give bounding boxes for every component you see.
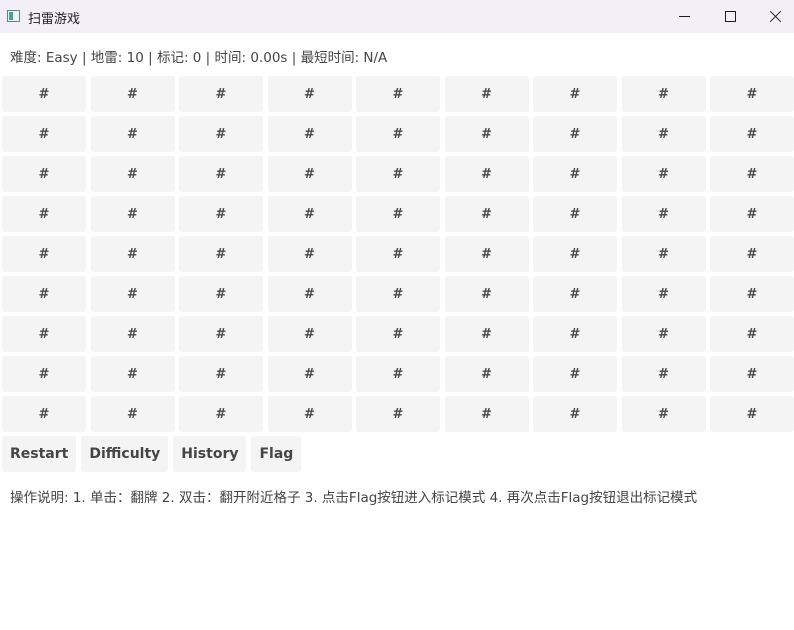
- board-cell[interactable]: #: [533, 76, 617, 112]
- board-cell[interactable]: #: [621, 76, 706, 112]
- difficulty-button[interactable]: Difficulty: [81, 436, 169, 472]
- board-cell[interactable]: #: [444, 76, 529, 112]
- board-cell[interactable]: #: [621, 276, 706, 312]
- board-cell[interactable]: #: [179, 116, 263, 152]
- minimize-button[interactable]: [661, 0, 707, 33]
- board-cell[interactable]: #: [356, 76, 440, 112]
- board-cell[interactable]: #: [710, 396, 794, 432]
- board-cell[interactable]: #: [90, 276, 175, 312]
- board-cell[interactable]: #: [621, 156, 706, 192]
- board-cell[interactable]: #: [533, 116, 617, 152]
- board-cell[interactable]: #: [267, 196, 352, 232]
- board-cell[interactable]: #: [710, 76, 794, 112]
- board-cell[interactable]: #: [621, 236, 706, 272]
- board-cell[interactable]: #: [356, 116, 440, 152]
- board-cell[interactable]: #: [710, 116, 794, 152]
- board-cell[interactable]: #: [444, 196, 529, 232]
- board-cell[interactable]: #: [356, 276, 440, 312]
- board-cell[interactable]: #: [621, 356, 706, 392]
- board-cell[interactable]: #: [533, 156, 617, 192]
- board-cell[interactable]: #: [356, 236, 440, 272]
- board-cell[interactable]: #: [267, 316, 352, 352]
- flag-button[interactable]: Flag: [251, 436, 302, 472]
- board-cell[interactable]: #: [2, 276, 86, 312]
- board-cell[interactable]: #: [710, 236, 794, 272]
- board-cell[interactable]: #: [444, 116, 529, 152]
- board-cell[interactable]: #: [267, 276, 352, 312]
- board-cell[interactable]: #: [621, 196, 706, 232]
- board-cell[interactable]: #: [444, 316, 529, 352]
- board-cell[interactable]: #: [267, 156, 352, 192]
- board-cell[interactable]: #: [90, 356, 175, 392]
- board-cell[interactable]: #: [356, 196, 440, 232]
- board-cell[interactable]: #: [267, 356, 352, 392]
- board-cell[interactable]: #: [267, 396, 352, 432]
- board-cell[interactable]: #: [621, 316, 706, 352]
- game-status-bar: 难度: Easy | 地雷: 10 | 标记: 0 | 时间: 0.00s | …: [10, 50, 388, 66]
- minimize-icon: [678, 16, 690, 17]
- board-cell[interactable]: #: [2, 236, 86, 272]
- board-cell[interactable]: #: [710, 316, 794, 352]
- board-cell[interactable]: #: [267, 76, 352, 112]
- board-cell[interactable]: #: [2, 116, 86, 152]
- close-button[interactable]: [752, 0, 794, 33]
- maximize-icon: [724, 11, 736, 22]
- board-cell[interactable]: #: [356, 316, 440, 352]
- board-cell[interactable]: #: [356, 356, 440, 392]
- board-cell[interactable]: #: [179, 356, 263, 392]
- board-cell[interactable]: #: [179, 196, 263, 232]
- board-cell[interactable]: #: [356, 156, 440, 192]
- board-cell[interactable]: #: [533, 396, 617, 432]
- close-icon: [769, 10, 782, 23]
- app-window-icon: [7, 10, 20, 22]
- board-cell[interactable]: #: [710, 356, 794, 392]
- board-cell[interactable]: #: [533, 276, 617, 312]
- board-cell[interactable]: #: [621, 116, 706, 152]
- board-cell[interactable]: #: [533, 236, 617, 272]
- board-cell[interactable]: #: [90, 316, 175, 352]
- control-bar: Restart Difficulty History Flag: [2, 436, 302, 472]
- instructions-text: 操作说明: 1. 单击：翻牌 2. 双击：翻开附近格子 3. 点击Flag按钮进…: [10, 490, 698, 506]
- board-cell[interactable]: #: [2, 76, 86, 112]
- board-cell[interactable]: #: [444, 396, 529, 432]
- board-cell[interactable]: #: [533, 196, 617, 232]
- board-cell[interactable]: #: [2, 356, 86, 392]
- board-cell[interactable]: #: [2, 196, 86, 232]
- board-cell[interactable]: #: [90, 236, 175, 272]
- board-cell[interactable]: #: [2, 156, 86, 192]
- minesweeper-board: # # # # # # # # # # # # # # # # # # # # # # # # # # # # # # # # # # # # # # # #…: [2, 76, 794, 432]
- board-cell[interactable]: #: [267, 116, 352, 152]
- board-cell[interactable]: #: [710, 196, 794, 232]
- board-cell[interactable]: #: [710, 156, 794, 192]
- history-button[interactable]: History: [173, 436, 247, 472]
- board-cell[interactable]: #: [2, 396, 86, 432]
- title-bar: 扫雷游戏: [0, 0, 794, 33]
- board-cell[interactable]: #: [267, 236, 352, 272]
- board-cell[interactable]: #: [621, 396, 706, 432]
- board-cell[interactable]: #: [179, 156, 263, 192]
- board-cell[interactable]: #: [90, 396, 175, 432]
- window-title: 扫雷游戏: [28, 12, 81, 27]
- board-cell[interactable]: #: [90, 196, 175, 232]
- board-cell[interactable]: #: [356, 396, 440, 432]
- board-cell[interactable]: #: [533, 356, 617, 392]
- maximize-button[interactable]: [707, 0, 753, 33]
- board-cell[interactable]: #: [444, 356, 529, 392]
- board-cell[interactable]: #: [710, 276, 794, 312]
- restart-button[interactable]: Restart: [2, 436, 77, 472]
- board-cell[interactable]: #: [2, 316, 86, 352]
- board-cell[interactable]: #: [90, 156, 175, 192]
- board-cell[interactable]: #: [444, 236, 529, 272]
- board-cell[interactable]: #: [444, 156, 529, 192]
- board-cell[interactable]: #: [179, 236, 263, 272]
- board-cell[interactable]: #: [179, 76, 263, 112]
- board-cell[interactable]: #: [179, 396, 263, 432]
- board-cell[interactable]: #: [179, 316, 263, 352]
- board-cell[interactable]: #: [90, 116, 175, 152]
- board-cell[interactable]: #: [533, 316, 617, 352]
- board-cell[interactable]: #: [90, 76, 175, 112]
- board-cell[interactable]: #: [444, 276, 529, 312]
- board-cell[interactable]: #: [179, 276, 263, 312]
